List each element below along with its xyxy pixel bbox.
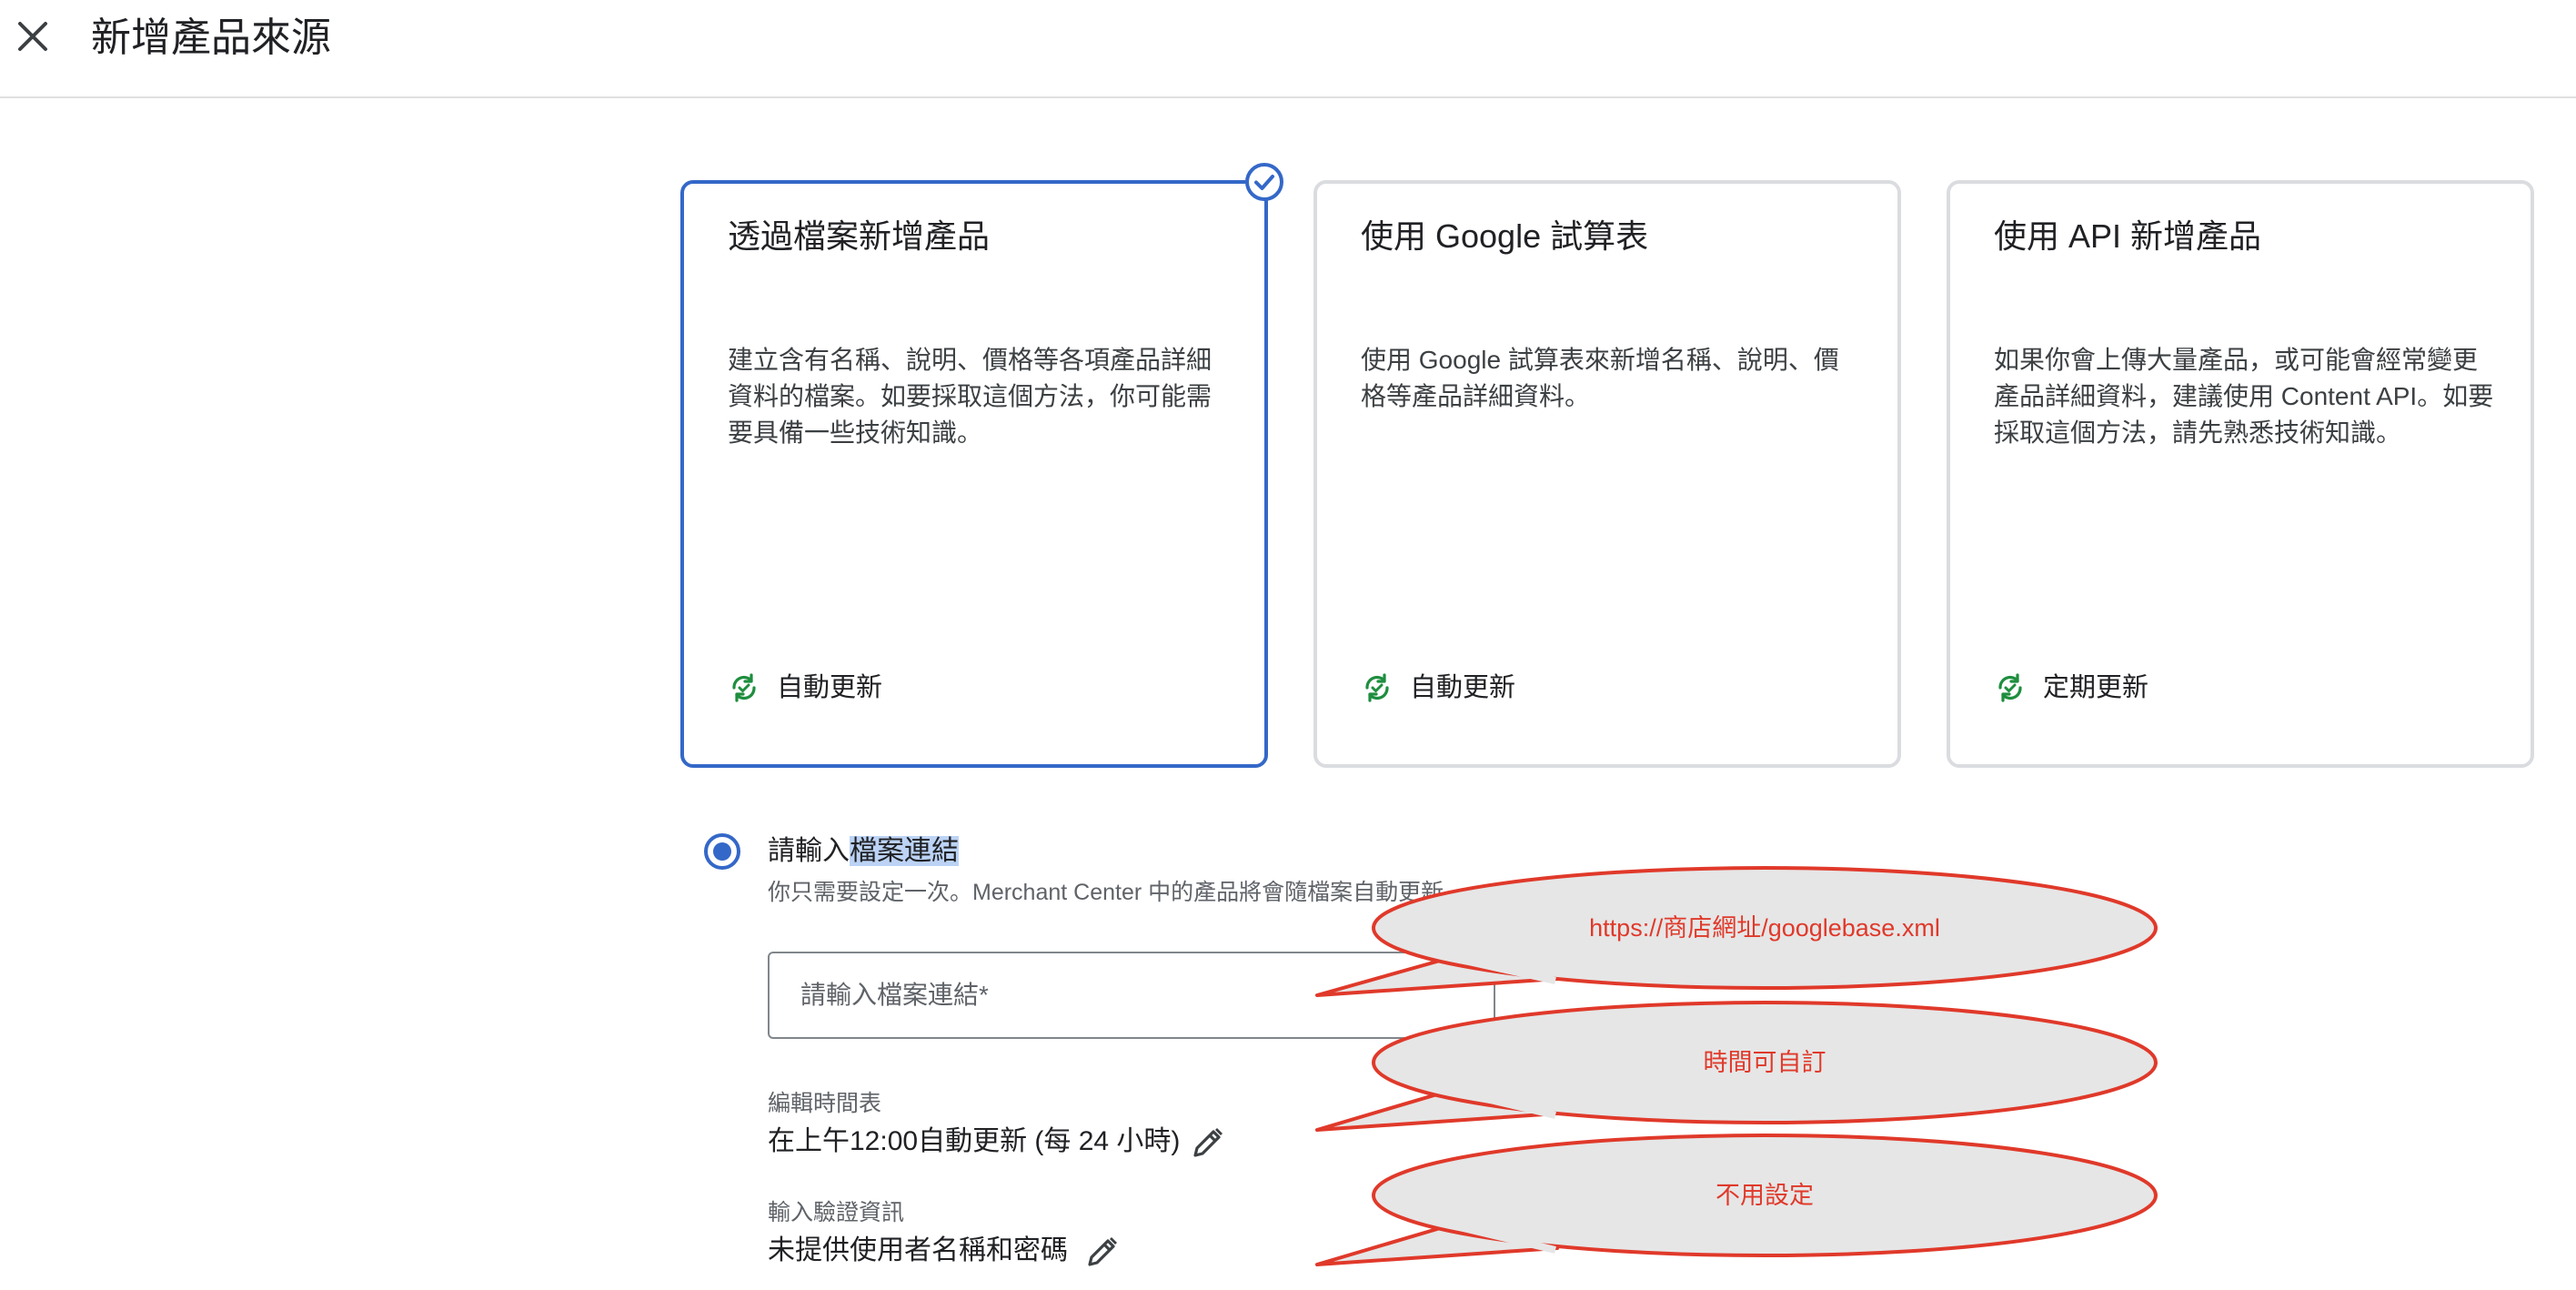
card-footer-label: 定期更新: [2043, 673, 2149, 702]
card-footer: 自動更新: [728, 670, 882, 706]
card-google-sheets[interactable]: 使用 Google 試算表 使用 Google 試算表來新增名稱、說明、價格等產…: [1313, 180, 1901, 768]
card-description: 使用 Google 試算表來新增名稱、說明、價格等產品詳細資料。: [1361, 346, 1839, 410]
page-title: 新增產品來源: [91, 15, 331, 60]
auto-refresh-icon: [1365, 673, 1389, 702]
auto-refresh-icon: [732, 673, 756, 702]
card-api[interactable]: 使用 API 新增產品 如果你會上傳大量產品，或可能會經常變更產品詳細資料，建議…: [1947, 180, 2534, 768]
card-title: 透過檔案新增產品: [728, 217, 991, 255]
card-title: 使用 API 新增產品: [1994, 217, 2262, 255]
card-footer-label: 自動更新: [1410, 673, 1516, 702]
card-footer: 定期更新: [1994, 670, 2148, 706]
file-link-radio-label: 請輸入檔案連結: [768, 831, 959, 872]
card-file[interactable]: 透過檔案新增產品 建立含有名稱、說明、價格等各項產品詳細資料的檔案。如要採取這個…: [680, 180, 1268, 768]
card-description: 建立含有名稱、說明、價格等各項產品詳細資料的檔案。如要採取這個方法，你可能需要具…: [728, 346, 1213, 447]
edit-credentials-icon[interactable]: [1082, 1232, 1122, 1272]
credentials-label: 輸入驗證資訊: [768, 1200, 905, 1225]
file-link-input[interactable]: [768, 952, 1495, 1039]
callout-text-url: https://商店網址/googlebase.xml: [1589, 914, 1940, 942]
file-link-subtitle: 你只需要設定一次。Merchant Center 中的產品將會隨檔案自動更新。: [768, 880, 1467, 905]
selected-check-icon: [1245, 163, 1283, 201]
card-title: 使用 Google 試算表: [1361, 217, 1649, 255]
schedule-value: 在上午12:00自動更新 (每 24 小時): [768, 1126, 1181, 1156]
file-link-radio[interactable]: [702, 831, 742, 872]
callout-text-schedule: 時間可自訂: [1703, 1049, 1826, 1076]
close-icon[interactable]: [13, 16, 53, 56]
card-footer-label: 自動更新: [777, 673, 883, 702]
card-description: 如果你會上傳大量產品，或可能會經常變更產品詳細資料，建議使用 Content A…: [1994, 346, 2494, 447]
page-header: 新增產品來源: [0, 0, 2576, 98]
radio-label-highlight: 檔案連結: [850, 836, 959, 866]
scheduled-refresh-icon: [1998, 673, 2022, 702]
schedule-label: 編輯時間表: [768, 1091, 882, 1116]
card-footer: 自動更新: [1361, 670, 1515, 706]
edit-schedule-icon[interactable]: [1188, 1123, 1228, 1163]
callout-text-credentials: 不用設定: [1716, 1182, 1814, 1209]
radio-label-prefix: 請輸入: [768, 836, 850, 866]
credentials-value: 未提供使用者名稱和密碼: [768, 1235, 1068, 1265]
